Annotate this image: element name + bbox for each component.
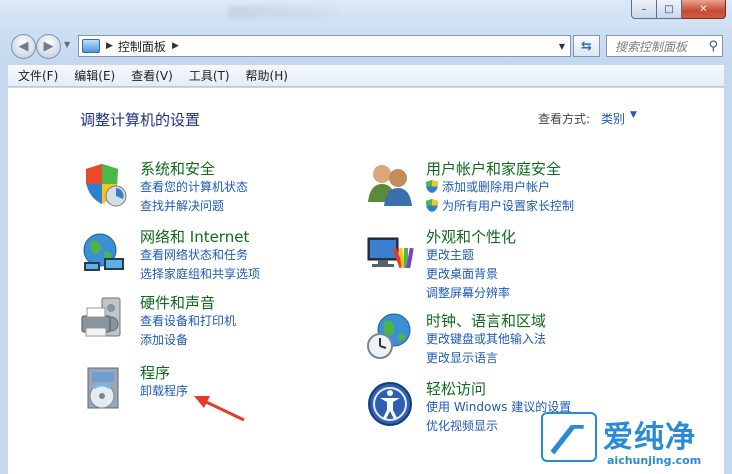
search-icon[interactable]: ⚲ bbox=[708, 39, 718, 54]
watermark-brand: 爱纯净 bbox=[603, 420, 696, 455]
link-text: 添加或删除用户帐户 bbox=[442, 180, 551, 194]
category-link[interactable]: 更改显示语言 bbox=[426, 349, 546, 368]
category-link[interactable]: 卸载程序 bbox=[140, 382, 188, 401]
watermark-logo-icon bbox=[550, 425, 584, 455]
close-button[interactable]: ✕ bbox=[682, 0, 726, 19]
menu-edit[interactable]: 编辑(E) bbox=[66, 67, 123, 84]
category-link[interactable]: 为所有用户设置家长控制 bbox=[426, 197, 574, 216]
category-link[interactable]: 更改主题 bbox=[426, 246, 516, 265]
caption-buttons: – □ ✕ bbox=[631, 0, 726, 19]
category-link[interactable]: 查看设备和打印机 bbox=[140, 312, 236, 331]
menu-view[interactable]: 查看(V) bbox=[123, 67, 181, 84]
watermark: 爱纯净 aichunjing.com bbox=[541, 410, 729, 472]
category-link[interactable]: 查看您的计算机状态 bbox=[140, 178, 248, 197]
category-title[interactable]: 网络和 Internet bbox=[140, 228, 260, 246]
view-by-dropdown[interactable]: 类别 bbox=[601, 110, 625, 127]
network-globe-icon[interactable] bbox=[80, 228, 128, 276]
watermark-url: aichunjing.com bbox=[607, 454, 702, 467]
breadcrumb-chevron-icon[interactable]: ▶ bbox=[172, 41, 179, 51]
back-arrow-icon: ◀ bbox=[18, 39, 29, 54]
category-link[interactable]: 更改桌面背景 bbox=[426, 265, 516, 284]
maximize-button[interactable]: □ bbox=[657, 0, 682, 19]
users-icon[interactable] bbox=[366, 160, 414, 208]
link-text: 为所有用户设置家长控制 bbox=[442, 199, 575, 213]
watermark-logo bbox=[541, 412, 597, 462]
category-title[interactable]: 轻松访问 bbox=[426, 380, 571, 398]
refresh-button[interactable]: ⇆ bbox=[573, 35, 600, 57]
clock-globe-icon[interactable] bbox=[366, 312, 414, 360]
address-bar[interactable]: ▶ 控制面板 ▶ ▼ bbox=[78, 35, 571, 57]
category-title[interactable]: 时钟、语言和区域 bbox=[426, 312, 546, 330]
monitor-palette-icon[interactable] bbox=[366, 228, 414, 276]
uac-shield-icon bbox=[426, 180, 438, 193]
forward-arrow-icon: ▶ bbox=[43, 39, 54, 54]
category-title[interactable]: 程序 bbox=[140, 364, 188, 382]
address-dropdown-button[interactable]: ▼ bbox=[554, 36, 570, 56]
category-link[interactable]: 查找并解决问题 bbox=[140, 197, 248, 216]
page-title: 调整计算机的设置 bbox=[80, 111, 201, 129]
back-button[interactable]: ◀ bbox=[11, 34, 36, 59]
category-link[interactable]: 添加设备 bbox=[140, 331, 236, 350]
program-disc-icon[interactable] bbox=[80, 364, 128, 412]
search-placeholder: 搜索控制面板 bbox=[615, 39, 688, 54]
control-panel-window: – □ ✕ ◀ ▶ ▼ ▶ 控制面板 ▶ ▼ ⇆ 搜索控制面板 ⚲ 文件(F) … bbox=[0, 0, 732, 474]
category-title[interactable]: 外观和个性化 bbox=[426, 228, 516, 246]
printer-icon[interactable] bbox=[80, 294, 128, 342]
blurred-title-area bbox=[228, 6, 338, 18]
category-link[interactable]: 查看网络状态和任务 bbox=[140, 246, 260, 265]
shield-icon[interactable] bbox=[80, 160, 128, 208]
uac-shield-icon bbox=[426, 199, 438, 212]
red-arrow-annotation bbox=[194, 396, 245, 422]
menu-bar: 文件(F) 编辑(E) 查看(V) 工具(T) 帮助(H) bbox=[8, 65, 724, 87]
view-by-caret-icon[interactable]: ▼ bbox=[630, 110, 637, 120]
refresh-icon: ⇆ bbox=[581, 38, 592, 54]
category-link[interactable]: 调整屏幕分辨率 bbox=[426, 284, 516, 303]
ease-of-access-icon[interactable] bbox=[366, 380, 414, 428]
menu-help[interactable]: 帮助(H) bbox=[238, 67, 296, 84]
recent-pages-dropdown[interactable]: ▼ bbox=[64, 40, 70, 49]
category-link[interactable]: 更改键盘或其他输入法 bbox=[426, 330, 546, 349]
search-input[interactable]: 搜索控制面板 ⚲ bbox=[606, 35, 723, 57]
view-by-label: 查看方式: bbox=[538, 112, 591, 126]
menu-tools[interactable]: 工具(T) bbox=[181, 67, 238, 84]
breadcrumb-control-panel[interactable]: 控制面板 bbox=[118, 38, 166, 55]
forward-button[interactable]: ▶ bbox=[36, 34, 61, 59]
category-title[interactable]: 系统和安全 bbox=[140, 160, 248, 178]
menu-file[interactable]: 文件(F) bbox=[10, 67, 66, 84]
minimize-button[interactable]: – bbox=[631, 0, 657, 19]
category-title[interactable]: 硬件和声音 bbox=[140, 294, 236, 312]
category-title[interactable]: 用户帐户和家庭安全 bbox=[426, 160, 574, 178]
category-link[interactable]: 添加或删除用户帐户 bbox=[426, 178, 574, 197]
breadcrumb-chevron-icon[interactable]: ▶ bbox=[106, 41, 113, 51]
control-panel-icon bbox=[82, 39, 100, 53]
category-link[interactable]: 选择家庭组和共享选项 bbox=[140, 265, 260, 284]
